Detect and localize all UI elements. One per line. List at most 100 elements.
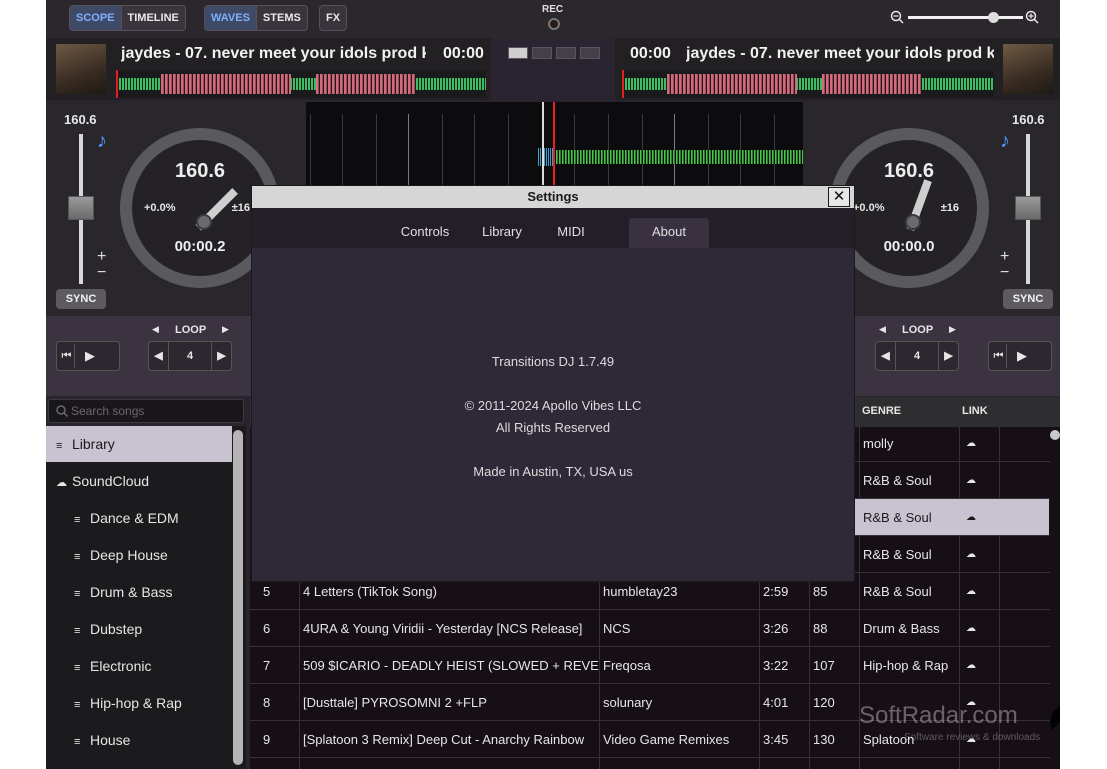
soundcloud-link-icon[interactable]: ☁ (966, 536, 996, 573)
sidebar-item[interactable]: ≡ House (46, 722, 232, 758)
tab-library[interactable]: Library (472, 218, 532, 248)
cell-genre: Drum & Bass (863, 621, 940, 636)
sidebar-item-label: Dance & EDM (90, 510, 179, 526)
deck-indicator-4 (580, 47, 600, 59)
column-header-link[interactable]: LINK (962, 405, 988, 417)
deck-right-pitch-range[interactable]: ±16 (941, 202, 959, 214)
deck-right-sync-button[interactable]: SYNC (1003, 289, 1053, 309)
sidebar-scrollbar[interactable] (233, 430, 243, 765)
deck-left-skip-start-icon[interactable]: ⏮ (59, 344, 75, 368)
sidebar-item-label: SoundCloud (72, 473, 150, 489)
zoom-in-icon[interactable] (1025, 10, 1039, 24)
deck-left-overview-waveform[interactable] (116, 70, 486, 98)
waves-button[interactable]: WAVES (205, 6, 256, 30)
search-input[interactable]: Search songs (48, 399, 244, 423)
cell-time: 3:45 (763, 732, 789, 747)
deck-left-loop-prev-icon[interactable]: ◀ (152, 324, 159, 335)
deck-right-loop-next-icon[interactable]: ▶ (949, 324, 956, 335)
deck-left-title: jaydes - 07. never meet your idols prod … (121, 45, 426, 62)
playlist-icon: ≡ (74, 588, 81, 600)
deck-right-pitch-down-button[interactable]: − (1000, 264, 1009, 282)
deck-indicator-2 (532, 47, 552, 59)
mode-toggle-group: WAVES STEMS (204, 5, 308, 31)
deck-right-loop-size: ◀ 4 ▶ (875, 341, 959, 371)
cell-artist: Video Game Remixes (603, 732, 730, 747)
sidebar-item[interactable]: ≡ Electronic (46, 648, 232, 684)
soundcloud-link-icon[interactable]: ☁ (966, 573, 996, 610)
close-icon[interactable]: ✕ (828, 187, 850, 207)
zoom-slider-track[interactable] (908, 16, 1023, 19)
deck-left-loop-halve-icon[interactable]: ◀ (149, 342, 169, 370)
deck-left-pitch-fader-knob[interactable] (68, 196, 94, 220)
soundcloud-link-icon[interactable]: ☁ (966, 610, 996, 647)
sidebar-item[interactable]: ≡ Deep House (46, 537, 232, 573)
playlist-icon: ≡ (74, 662, 81, 674)
table-scrollbar-thumb[interactable] (1050, 430, 1060, 440)
stems-button[interactable]: STEMS (255, 6, 307, 30)
fx-button[interactable]: FX (320, 6, 346, 30)
cell-title: 4URA & Young Viridii - Yesterday [NCS Re… (303, 621, 583, 636)
deck-left-pitch-down-button[interactable]: − (97, 264, 106, 282)
table-row[interactable]: 7 509 $ICARIO - DEADLY HEIST (SLOWED + RE… (250, 647, 1050, 684)
about-rights: All Rights Reserved (495, 420, 611, 435)
cell-genre: R&B & Soul (863, 547, 932, 562)
playlist-icon: ≡ (74, 514, 81, 526)
watermark-logo-text: SoftRadar.com (859, 702, 1018, 729)
deck-right-pitch-fader-knob[interactable] (1015, 196, 1041, 220)
soundcloud-link-icon[interactable]: ☁ (966, 499, 996, 536)
cell-time: 3:26 (763, 621, 789, 636)
tab-midi[interactable]: MIDI (550, 218, 592, 248)
deck-right-platter-hub (905, 214, 921, 230)
deck-right-skip-start-icon[interactable]: ⏮ (991, 344, 1007, 368)
cell-genre: R&B & Soul (863, 510, 932, 525)
fx-button-wrap: FX (319, 5, 348, 31)
deck-left-loop-next-icon[interactable]: ▶ (222, 324, 229, 335)
rec-label: REC (542, 4, 564, 15)
sidebar-item[interactable]: ≡ Dance & EDM (46, 500, 232, 536)
cell-bpm: 107 (813, 658, 835, 673)
deck-left-loop-size: ◀ 4 ▶ (148, 341, 232, 371)
deck-right-keylock-icon[interactable]: ♪ (1000, 130, 1010, 153)
sidebar-item[interactable]: ≡ Drum & Bass (46, 574, 232, 610)
deck-right-overview-waveform[interactable] (622, 70, 994, 98)
sidebar-item[interactable]: ≡ Hip-hop & Rap (46, 685, 232, 721)
deck-left-keylock-icon[interactable]: ♪ (97, 130, 107, 153)
playlist-icon: ≡ (74, 736, 81, 748)
timeline-button[interactable]: TIMELINE (120, 6, 185, 30)
soundcloud-icon: ☁ (56, 477, 67, 489)
deck-left-platter-hub (196, 214, 212, 230)
settings-dialog-title: Settings (252, 186, 854, 208)
deck-right-loop-halve-icon[interactable]: ◀ (876, 342, 896, 370)
soundcloud-link-icon[interactable]: ☁ (966, 647, 996, 684)
sidebar-item[interactable]: ☁ SoundCloud (46, 463, 232, 499)
sidebar-item-label: Dubstep (90, 621, 143, 637)
deck-left-loop-double-icon[interactable]: ▶ (211, 342, 231, 370)
main-waveform[interactable] (306, 102, 803, 186)
sidebar-item[interactable]: ≡ Library (46, 426, 232, 462)
table-row[interactable]: 6 4URA & Young Viridii - Yesterday [NCS R… (250, 610, 1050, 647)
record-button[interactable] (548, 18, 560, 30)
cell-artist: NCS (603, 621, 631, 636)
scope-button[interactable]: SCOPE (70, 6, 121, 30)
sidebar-item-label: Drum & Bass (90, 584, 173, 600)
cell-genre: R&B & Soul (863, 584, 932, 599)
soundcloud-link-icon[interactable]: ☁ (966, 462, 996, 499)
deck-right-play-icon[interactable]: ▶ (1017, 344, 1027, 368)
zoom-slider-thumb[interactable] (988, 12, 999, 23)
cell-num: 8 (263, 695, 271, 710)
zoom-out-icon[interactable] (890, 10, 904, 24)
sidebar-item[interactable]: ≡ Dubstep (46, 611, 232, 647)
cell-title: [Splatoon 3 Remix] Deep Cut - Anarchy Ra… (303, 732, 585, 747)
soundcloud-link-icon[interactable]: ☁ (966, 425, 996, 462)
deck-left-pitch-range[interactable]: ±16 (232, 202, 250, 214)
tab-controls[interactable]: Controls (390, 218, 460, 248)
cell-num: 6 (263, 621, 271, 636)
deck-right-elapsed: 00:00.0 (883, 238, 935, 255)
deck-right-loop-double-icon[interactable]: ▶ (938, 342, 958, 370)
deck-left-sync-button[interactable]: SYNC (56, 289, 106, 309)
deck-left-play-icon[interactable]: ▶ (85, 344, 95, 368)
deck-left-artwork (56, 44, 106, 94)
column-header-genre[interactable]: GENRE (862, 405, 901, 417)
tab-about[interactable]: About (629, 218, 709, 248)
deck-right-loop-prev-icon[interactable]: ◀ (879, 324, 886, 335)
